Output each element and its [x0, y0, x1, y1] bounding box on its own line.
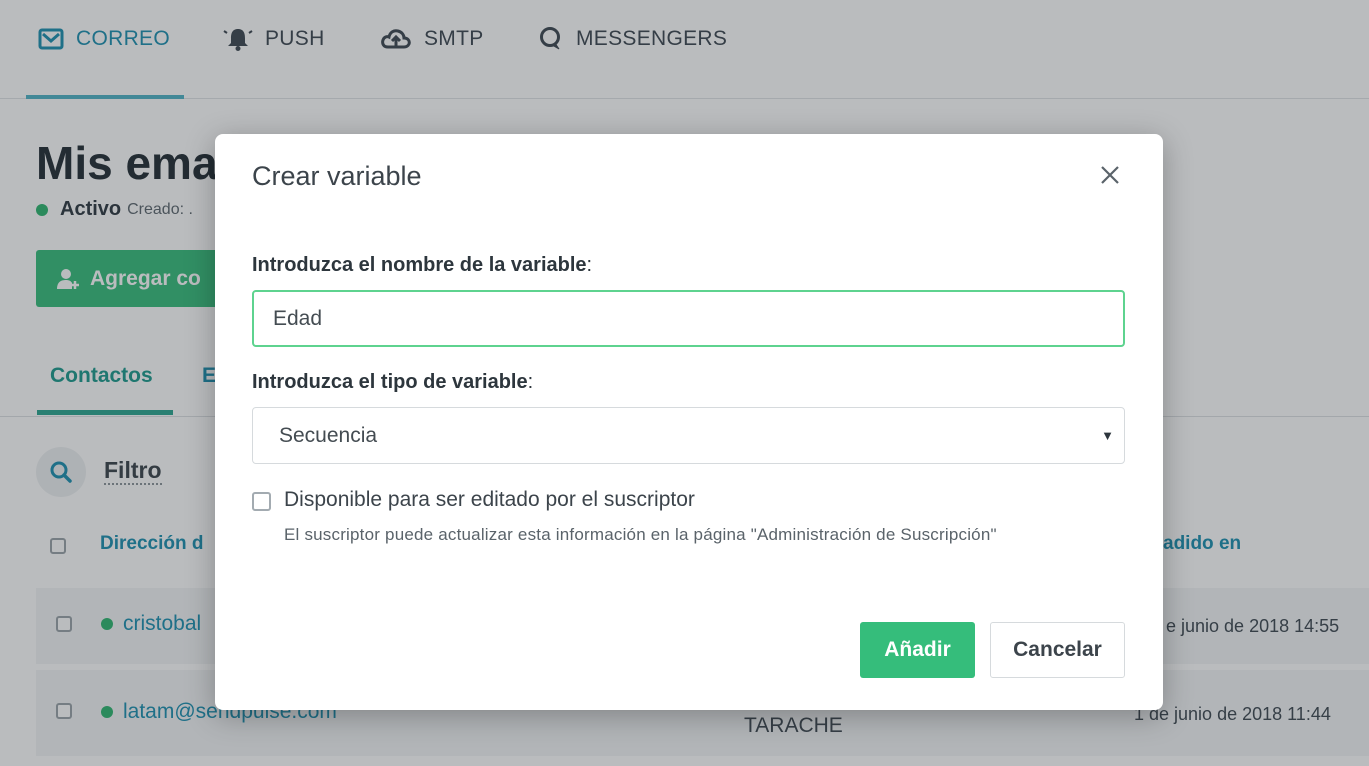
caret-down-icon: ▼: [1101, 428, 1114, 443]
variable-name-input[interactable]: [252, 290, 1125, 347]
variable-name-label: Introduzca el nombre de la variable:: [252, 254, 592, 277]
variable-type-label-text: Introduzca el tipo de variable: [252, 371, 528, 393]
cancel-button[interactable]: Cancelar: [990, 622, 1125, 678]
editable-by-subscriber-checkbox[interactable]: [252, 492, 271, 511]
editable-help-text: El suscriptor puede actualizar esta info…: [284, 525, 997, 544]
close-icon: [1101, 166, 1119, 184]
variable-type-label: Introduzca el tipo de variable:: [252, 371, 533, 394]
close-button[interactable]: [1097, 162, 1123, 188]
create-variable-dialog: Crear variable Introduzca el nombre de l…: [215, 134, 1163, 710]
variable-name-label-text: Introduzca el nombre de la variable: [252, 254, 587, 276]
dialog-title: Crear variable: [252, 161, 422, 191]
label-colon: :: [527, 371, 534, 393]
variable-type-value: Secuencia: [279, 423, 378, 447]
add-button[interactable]: Añadir: [860, 622, 975, 678]
label-colon: :: [586, 254, 593, 276]
variable-type-select[interactable]: Secuencia ▼: [252, 407, 1125, 464]
editable-by-subscriber-label[interactable]: Disponible para ser editado por el suscr…: [284, 488, 695, 512]
